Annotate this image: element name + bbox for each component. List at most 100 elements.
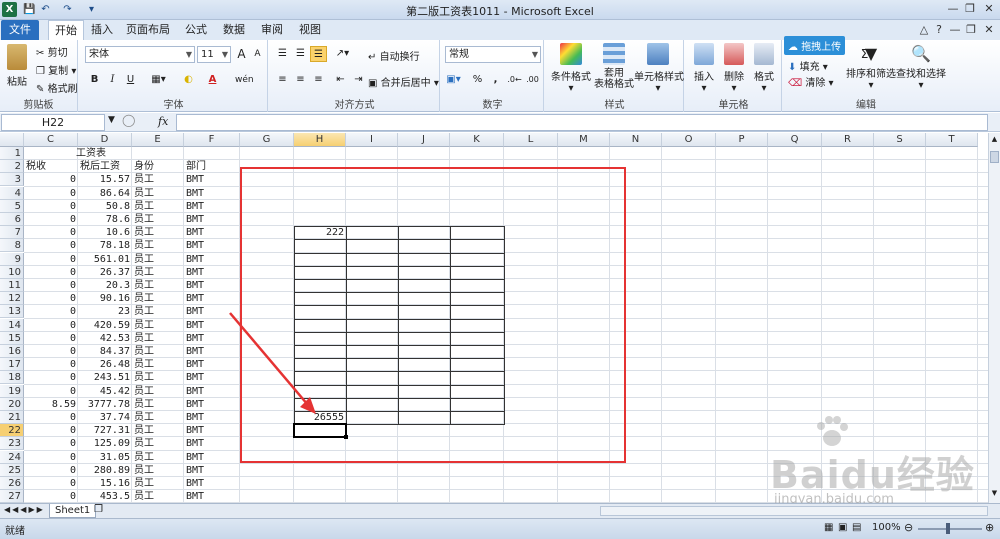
paste-icon xyxy=(7,44,27,70)
shrink-font-button[interactable]: A xyxy=(249,46,266,62)
status-bar: 就绪 ▦ ▣ ▤ 100% ⊖ ⊕ xyxy=(0,518,1000,539)
scroll-thumb[interactable] xyxy=(990,151,999,163)
baidu-watermark: Baidu经验 jingyan.baidu.com xyxy=(752,416,982,503)
scroll-down-icon[interactable]: ▼ xyxy=(990,489,999,498)
minimize-icon[interactable]: — xyxy=(944,1,962,17)
zoom-slider[interactable] xyxy=(918,528,982,530)
cloud-icon: ☁ xyxy=(788,42,798,53)
group-clipboard: 粘贴 ✂ 剪切 ❐ 复制 ▾ ✎ 格式刷 剪贴板 xyxy=(0,40,78,112)
zoom-in-icon[interactable]: ⊕ xyxy=(985,521,994,534)
formula-input[interactable] xyxy=(176,114,988,131)
scissors-icon: ✂ xyxy=(36,48,45,59)
increase-indent-icon[interactable]: ⇥ xyxy=(350,72,367,88)
tab-view[interactable]: 视图 xyxy=(294,20,326,40)
tab-review[interactable]: 审阅 xyxy=(256,20,288,40)
wrap-text-button[interactable]: ↵ 自动换行 xyxy=(368,48,420,63)
cancel-entry-icon: ◯ xyxy=(122,113,136,127)
fill-color-icon[interactable]: ◐ xyxy=(180,72,197,88)
sort-filter-button[interactable]: ▼ 排序和筛选 ▾ xyxy=(846,43,896,91)
group-cells: 插入 ▾ 删除 ▾ 格式 ▾ 单元格 xyxy=(686,40,782,112)
tab-page-layout[interactable]: 页面布局 xyxy=(124,20,172,40)
chevron-down-icon: ▼ xyxy=(531,50,538,59)
zoom-slider-thumb[interactable] xyxy=(946,523,950,534)
font-size-select[interactable]: 11 ▼ xyxy=(197,46,231,63)
decrease-indent-icon[interactable]: ⇤ xyxy=(332,72,349,88)
tab-insert[interactable]: 插入 xyxy=(86,20,118,40)
conditional-format-icon xyxy=(560,43,582,65)
cut-button[interactable]: ✂ 剪切 xyxy=(36,44,68,59)
insert-cells-icon xyxy=(694,43,714,65)
tab-home[interactable]: 开始 xyxy=(48,20,84,40)
name-box-dropdown-icon[interactable]: ▼ xyxy=(108,115,115,125)
tab-file[interactable]: 文件 xyxy=(1,20,39,40)
group-number: 常规 ▼ ▣▾ % , .0← .00 数字 xyxy=(442,40,544,112)
sort-filter-icon: ▼ xyxy=(864,44,878,63)
insert-cells-button[interactable]: 插入 ▾ xyxy=(690,43,718,94)
horizontal-scrollbar[interactable] xyxy=(600,506,988,516)
zoom-out-icon[interactable]: ⊖ xyxy=(904,521,913,534)
format-as-table-button[interactable]: 套用 表格格式 xyxy=(594,43,634,90)
restore-icon[interactable]: ❐ xyxy=(961,1,979,17)
sheet-nav-icon[interactable]: ◀◀◀▶▶ xyxy=(4,505,45,514)
page-break-view-icon[interactable]: ▤ xyxy=(852,522,861,533)
format-cells-icon xyxy=(754,43,774,65)
merge-center-button[interactable]: ▣ 合并后居中 ▾ xyxy=(368,74,439,89)
phonetic-button[interactable]: wén xyxy=(235,72,254,88)
wrap-icon: ↵ xyxy=(368,52,377,63)
decrease-decimal-icon[interactable]: .00 xyxy=(524,72,541,88)
name-box[interactable]: H22 xyxy=(1,114,105,131)
close-icon[interactable]: ✕ xyxy=(980,1,998,17)
format-painter-button[interactable]: ✎ 格式刷 xyxy=(36,80,78,95)
brush-icon: ✎ xyxy=(36,84,45,95)
clear-button[interactable]: ⌫ 清除 ▾ xyxy=(788,74,834,89)
format-cells-button[interactable]: 格式 ▾ xyxy=(750,43,778,94)
delete-cells-button[interactable]: 删除 ▾ xyxy=(720,43,748,94)
copy-button[interactable]: ❐ 复制 ▾ xyxy=(36,62,76,77)
font-name-select[interactable]: 宋体 ▼ xyxy=(85,46,195,63)
zoom-level[interactable]: 100% xyxy=(872,522,901,533)
baidu-upload-button[interactable]: ☁ 拖拽上传 xyxy=(784,36,846,55)
orientation-icon[interactable]: ↗▾ xyxy=(334,46,351,62)
group-label-cells: 单元格 xyxy=(718,100,749,111)
doc-restore-icon[interactable]: ❐ xyxy=(962,22,980,38)
insert-function-button[interactable]: fx xyxy=(158,115,174,128)
vertical-scrollbar[interactable]: ▲ ▼ xyxy=(988,133,1000,503)
group-label-clipboard: 剪贴板 xyxy=(23,100,54,111)
normal-view-icon[interactable]: ▦ xyxy=(824,522,833,533)
borders-icon[interactable]: ▦▾ xyxy=(150,72,167,88)
scroll-up-icon[interactable]: ▲ xyxy=(990,135,999,144)
conditional-format-button[interactable]: 条件格式 ▾ xyxy=(550,43,592,94)
comma-button[interactable]: , xyxy=(487,72,504,88)
title-bar: X 💾 ↶ ↷ ▾ 第二版工资表1011 - Microsoft Excel —… xyxy=(0,0,1000,20)
tab-formulas[interactable]: 公式 xyxy=(180,20,212,40)
new-sheet-icon[interactable]: ❐ xyxy=(94,504,103,515)
align-center-icon[interactable]: ≡ xyxy=(292,72,309,88)
percent-button[interactable]: % xyxy=(469,72,486,88)
doc-close-icon[interactable]: ✕ xyxy=(980,22,998,38)
currency-icon[interactable]: ▣▾ xyxy=(445,72,462,88)
sheet-tab-sheet1[interactable]: Sheet1 xyxy=(49,504,97,518)
paste-button[interactable]: 粘贴 xyxy=(4,44,30,88)
tab-data[interactable]: 数据 xyxy=(218,20,250,40)
increase-decimal-icon[interactable]: .0← xyxy=(506,72,523,88)
align-middle-icon[interactable]: ☰ xyxy=(292,46,309,62)
font-color-button[interactable]: A xyxy=(204,72,221,88)
group-label-styles: 样式 xyxy=(604,100,625,111)
find-select-button[interactable]: 🔍 查找和选择 ▾ xyxy=(896,43,946,91)
align-top-icon[interactable]: ☰ xyxy=(274,46,291,62)
number-format-select[interactable]: 常规 ▼ xyxy=(445,46,541,63)
underline-button[interactable]: U xyxy=(122,72,139,88)
align-bottom-icon[interactable]: ☰ xyxy=(310,46,327,62)
cell-styles-button[interactable]: 单元格样式 ▾ xyxy=(634,43,684,94)
align-right-icon[interactable]: ≡ xyxy=(310,72,327,88)
worksheet-grid[interactable]: C D E F G H I J K L M N O P Q R S T 1 2 3 4 5 6 7 8 9 10 11 12 13 14 15 1… xyxy=(0,133,988,503)
group-alignment: ☰ ☰ ☰ ↗▾ ↵ 自动换行 ≡ ≡ ≡ ⇤ ⇥ ▣ 合并后居中 ▾ 对齐方式 xyxy=(270,40,440,112)
window-title: 第二版工资表1011 - Microsoft Excel xyxy=(406,5,594,18)
fill-button[interactable]: ⬇ 填充 ▾ xyxy=(788,58,828,73)
page-layout-view-icon[interactable]: ▣ xyxy=(838,522,847,533)
grow-font-button[interactable]: A xyxy=(233,46,250,62)
bold-button[interactable]: B xyxy=(86,72,103,88)
align-left-icon[interactable]: ≡ xyxy=(274,72,291,88)
group-editing: ☁ 拖拽上传 Σ ⬇ 填充 ▾ ⌫ 清除 ▾ ▼ 排序和筛选 ▾ 🔍 查找和选择 ▾… xyxy=(784,36,948,112)
italic-button[interactable]: I xyxy=(104,72,121,88)
